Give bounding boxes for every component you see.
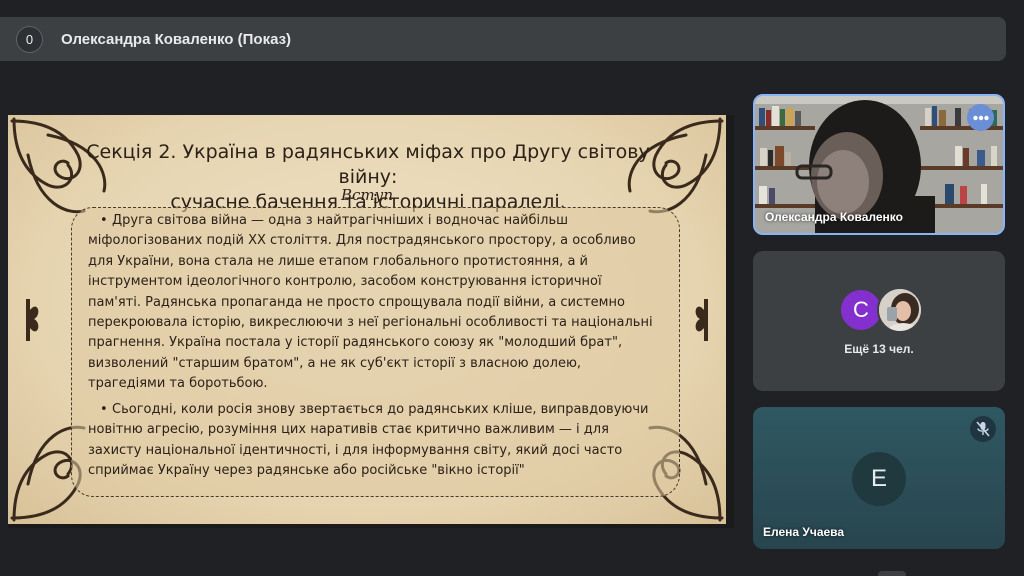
presenter-title: Олександра Коваленко (Показ) <box>61 30 292 48</box>
participant-count-badge[interactable]: 0 <box>16 25 43 53</box>
avatar-photo-image <box>879 289 921 331</box>
more-participants-label: Ещё 13 чел. <box>844 342 914 356</box>
slide-paragraph-1: • Друга світова війна — одна з найтрагічн… <box>88 211 653 395</box>
shared-screen: Секція 2. Україна в радянських міфах про… <box>8 115 734 528</box>
paragraph-1-text: Друга світова війна — одна з найтрагічні… <box>88 213 653 392</box>
more-horiz-icon <box>972 115 989 120</box>
bullet-icon: • <box>100 402 108 417</box>
slide-title-line-1: Секція 2. Україна в радянських міфах про… <box>86 141 650 188</box>
paragraph-2-text: Сьогодні, коли росія знову звертається д… <box>88 402 649 479</box>
bottom-controls-peek <box>878 571 906 576</box>
slide-subtitle: Вступ <box>340 186 393 204</box>
more-options-button[interactable] <box>967 104 994 131</box>
mic-off-icon <box>976 421 990 437</box>
participant-tile-user[interactable]: Е Елена Учаева <box>753 407 1005 549</box>
slide-paragraph-2: • Сьогодні, коли росія знову звертається … <box>88 400 653 482</box>
participant-tile-others[interactable]: С Ещё 13 чел. <box>753 251 1005 391</box>
avatar-photo <box>877 287 923 333</box>
mic-off-indicator <box>970 416 996 442</box>
presentation-slide: Секція 2. Україна в радянських міфах про… <box>8 115 726 524</box>
participant-tile-presenter[interactable]: Олександра Коваленко <box>753 94 1005 235</box>
bullet-icon: • <box>100 213 108 228</box>
avatar: Е <box>852 452 906 506</box>
participant-name: Олександра Коваленко <box>765 210 903 224</box>
presentation-header: 0 Олександра Коваленко (Показ) <box>0 17 1006 61</box>
participant-name: Елена Учаева <box>763 525 845 539</box>
